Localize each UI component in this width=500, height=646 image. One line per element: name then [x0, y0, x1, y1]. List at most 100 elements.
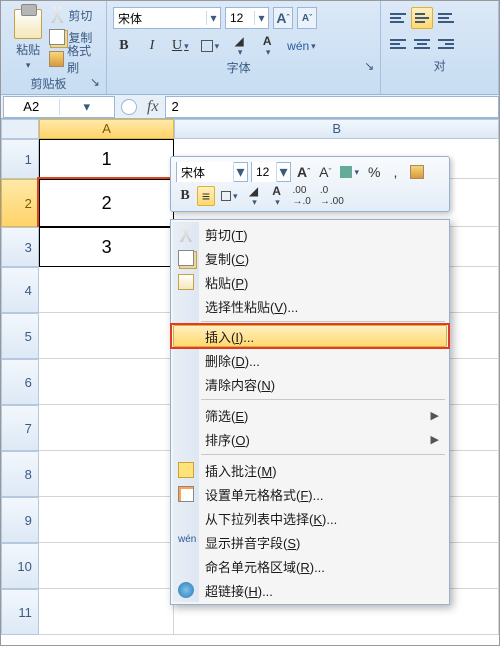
cell-a7[interactable]	[39, 405, 174, 451]
mini-fill-color-button[interactable]: ◢	[244, 186, 264, 206]
chevron-down-icon[interactable]: ▾	[254, 11, 268, 25]
italic-button[interactable]: I	[141, 35, 163, 57]
chevron-down-icon[interactable]: ▾	[206, 11, 220, 25]
brush-icon	[410, 165, 424, 179]
fill-color-button[interactable]: ◢	[228, 35, 250, 57]
mini-font-name-combo[interactable]: ▾	[176, 162, 248, 182]
mini-grow-font-button[interactable]: Aˆ	[294, 162, 313, 182]
mini-comma-button[interactable]: ,	[386, 162, 404, 182]
cell-a10[interactable]	[39, 543, 174, 589]
align-top-button[interactable]	[387, 7, 409, 29]
row-header-4[interactable]: 4	[1, 267, 39, 313]
cell-a11[interactable]	[39, 589, 174, 635]
menu-show-phonetic[interactable]: wén显示拼音字段(S)	[173, 530, 447, 554]
cell-a4[interactable]	[39, 267, 174, 313]
chevron-down-icon[interactable]: ▾	[59, 99, 115, 115]
font-size-input[interactable]	[226, 8, 254, 28]
shrink-font-button[interactable]: Aˇ	[297, 7, 317, 29]
mini-toolbar: ▾ ▾ Aˆ Aˇ % , B ≡ ◢ A .00→.0 .0→.00	[170, 156, 450, 212]
submenu-arrow-icon: ▶	[431, 433, 439, 446]
formula-input[interactable]: 2	[165, 96, 499, 118]
grow-font-button[interactable]: Aˆ	[273, 7, 293, 29]
cut-button[interactable]: 剪切	[49, 5, 100, 25]
row-header-7[interactable]: 7	[1, 405, 39, 451]
align-middle-button[interactable]	[411, 7, 433, 29]
menu-pick-from-dropdown[interactable]: 从下拉列表中选择(K)...	[173, 506, 447, 530]
align-left-button[interactable]	[387, 33, 409, 55]
font-name-combo[interactable]: ▾	[113, 7, 221, 29]
align-center-button[interactable]	[411, 33, 433, 55]
mini-font-size-combo[interactable]: ▾	[251, 162, 291, 182]
cell-a6[interactable]	[39, 359, 174, 405]
mini-increase-decimal-button[interactable]: .00→.0	[290, 186, 314, 206]
mini-shrink-font-button[interactable]: Aˇ	[316, 162, 334, 182]
font-name-input[interactable]	[114, 8, 206, 28]
row-header-8[interactable]: 8	[1, 451, 39, 497]
cell-a5[interactable]	[39, 313, 174, 359]
menu-paste[interactable]: 粘贴(P)	[173, 270, 447, 294]
formula-bar: A2 ▾ fx 2	[1, 95, 499, 119]
menu-filter[interactable]: 筛选(E)▶	[173, 403, 447, 427]
phonetic-icon: wén	[178, 534, 194, 550]
font-size-combo[interactable]: ▾	[225, 7, 269, 29]
fx-button[interactable]: fx	[141, 98, 165, 116]
scissors-icon	[49, 7, 65, 23]
column-header-a[interactable]: A	[39, 119, 174, 139]
mini-format-painter-button[interactable]	[407, 162, 427, 182]
border-button[interactable]	[198, 35, 223, 57]
select-all-corner[interactable]	[1, 119, 39, 139]
menu-delete[interactable]: 删除(D)...	[173, 348, 447, 372]
chevron-down-icon[interactable]: ▾	[276, 162, 290, 182]
row-header-3[interactable]: 3	[1, 227, 39, 267]
chevron-down-icon: ▾	[26, 60, 31, 71]
row-header-5[interactable]: 5	[1, 313, 39, 359]
cell-a3[interactable]: 3	[39, 227, 174, 267]
font-color-button[interactable]: A	[256, 35, 278, 57]
row-header-6[interactable]: 6	[1, 359, 39, 405]
menu-name-range[interactable]: 命名单元格区域(R)...	[173, 554, 447, 578]
align-bottom-button[interactable]	[435, 7, 457, 29]
menu-clear-contents[interactable]: 清除内容(N)	[173, 372, 447, 396]
context-menu: 剪切(T) 复制(C) 粘贴(P) 选择性粘贴(V)... 插入(I)... 删…	[170, 219, 450, 605]
menu-copy[interactable]: 复制(C)	[173, 246, 447, 270]
mini-decrease-decimal-button[interactable]: .0→.00	[317, 186, 347, 206]
menu-insert[interactable]: 插入(I)...	[173, 325, 447, 347]
row-header-1[interactable]: 1	[1, 139, 39, 179]
dialog-launcher-icon[interactable]: ↘	[90, 75, 100, 89]
underline-button[interactable]: U	[169, 35, 192, 57]
cell-a9[interactable]	[39, 497, 174, 543]
menu-paste-special[interactable]: 选择性粘贴(V)...	[173, 294, 447, 318]
phonetic-button[interactable]: wén	[284, 35, 319, 57]
mini-font-color-button[interactable]: A	[267, 186, 287, 206]
align-right-button[interactable]	[435, 33, 457, 55]
row-header-10[interactable]: 10	[1, 543, 39, 589]
cell-a2[interactable]: 2	[39, 179, 174, 227]
cell-a8[interactable]	[39, 451, 174, 497]
mini-border-button[interactable]	[218, 186, 241, 206]
mini-style-button[interactable]	[337, 162, 362, 182]
row-header-9[interactable]: 9	[1, 497, 39, 543]
dialog-launcher-icon[interactable]: ↘	[364, 59, 374, 73]
row-header-11[interactable]: 11	[1, 589, 39, 635]
group-title-font: 字体↘	[113, 57, 374, 78]
cell-a1[interactable]: 1	[39, 139, 174, 179]
menu-hyperlink[interactable]: 超链接(H)...	[173, 578, 447, 602]
cancel-icon[interactable]	[121, 99, 137, 115]
menu-cut[interactable]: 剪切(T)	[173, 222, 447, 246]
chevron-down-icon[interactable]: ▾	[233, 162, 247, 182]
mini-percent-button[interactable]: %	[365, 162, 383, 182]
group-title-clipboard: 剪贴板↘	[7, 73, 100, 94]
bold-button[interactable]: B	[113, 35, 135, 57]
name-box[interactable]: A2 ▾	[3, 96, 115, 118]
paste-button[interactable]: 粘贴 ▾	[7, 3, 49, 73]
menu-format-cells[interactable]: 设置单元格格式(F)...	[173, 482, 447, 506]
ribbon-toolbar: 粘贴 ▾ 剪切 复制 格式刷 剪贴板↘ ▾ ▾ Aˆ Aˇ B	[1, 1, 499, 95]
row-header-2[interactable]: 2	[1, 179, 39, 227]
column-header-b[interactable]: B	[174, 119, 499, 139]
style-icon	[340, 166, 352, 178]
menu-sort[interactable]: 排序(O)▶	[173, 427, 447, 451]
mini-bold-button[interactable]: B	[176, 186, 194, 206]
format-painter-button[interactable]: 格式刷	[49, 49, 100, 69]
menu-insert-comment[interactable]: 插入批注(M)	[173, 458, 447, 482]
mini-align-center-button[interactable]: ≡	[197, 186, 215, 206]
